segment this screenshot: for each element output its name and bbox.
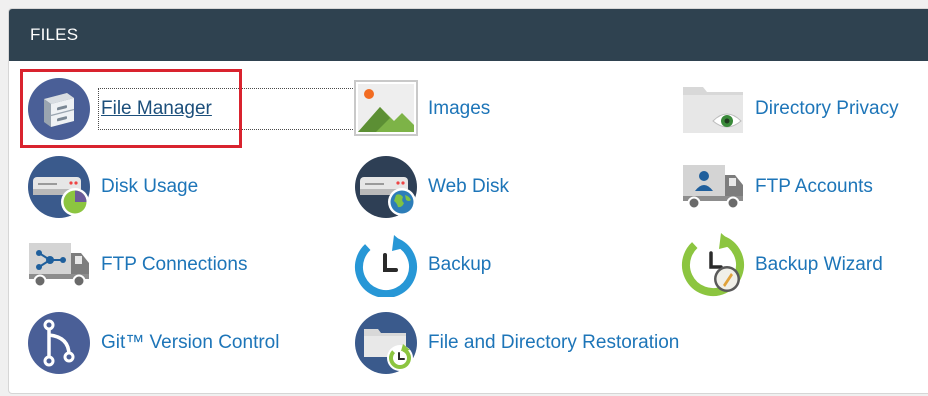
web-disk-label[interactable]: Web Disk bbox=[428, 176, 509, 198]
backup-clock-icon bbox=[354, 233, 418, 298]
backup-label[interactable]: Backup bbox=[428, 254, 491, 276]
ftp-accounts-link[interactable]: FTP Accounts bbox=[681, 155, 873, 219]
files-panel: FILES File Manager Images Directory Priv… bbox=[8, 8, 928, 394]
panel-title: FILES bbox=[9, 9, 928, 61]
disk-usage-icon bbox=[27, 155, 91, 219]
ftp-connections-label[interactable]: FTP Connections bbox=[101, 254, 247, 276]
file-manager-label[interactable]: File Manager bbox=[98, 88, 355, 130]
git-version-control-label[interactable]: Git™ Version Control bbox=[101, 332, 279, 354]
images-label[interactable]: Images bbox=[428, 98, 490, 120]
backup-link[interactable]: Backup bbox=[354, 233, 491, 298]
file-directory-restoration-link[interactable]: File and Directory Restoration bbox=[354, 311, 679, 375]
file-directory-restoration-label[interactable]: File and Directory Restoration bbox=[428, 332, 679, 354]
directory-privacy-label[interactable]: Directory Privacy bbox=[755, 98, 899, 120]
git-branch-icon bbox=[27, 311, 91, 375]
ftp-truck-user-icon bbox=[681, 155, 745, 219]
directory-privacy-link[interactable]: Directory Privacy bbox=[681, 77, 899, 141]
file-cabinet-icon bbox=[27, 77, 91, 141]
disk-usage-link[interactable]: Disk Usage bbox=[27, 155, 198, 219]
git-version-control-link[interactable]: Git™ Version Control bbox=[27, 311, 279, 375]
web-disk-icon bbox=[354, 155, 418, 219]
web-disk-link[interactable]: Web Disk bbox=[354, 155, 509, 219]
backup-wizard-icon bbox=[681, 233, 745, 297]
backup-wizard-label[interactable]: Backup Wizard bbox=[755, 254, 883, 276]
ftp-truck-network-icon bbox=[27, 233, 91, 297]
file-manager-link[interactable]: File Manager bbox=[27, 77, 355, 141]
disk-usage-label[interactable]: Disk Usage bbox=[101, 176, 198, 198]
images-link[interactable]: Images bbox=[354, 77, 490, 141]
ftp-accounts-label[interactable]: FTP Accounts bbox=[755, 176, 873, 198]
image-icon bbox=[354, 77, 418, 141]
folder-eye-icon bbox=[681, 77, 745, 141]
ftp-connections-link[interactable]: FTP Connections bbox=[27, 233, 247, 297]
folder-restore-icon bbox=[354, 311, 418, 375]
backup-wizard-link[interactable]: Backup Wizard bbox=[681, 233, 883, 297]
files-grid: File Manager Images Directory Privacy Di… bbox=[9, 61, 928, 393]
